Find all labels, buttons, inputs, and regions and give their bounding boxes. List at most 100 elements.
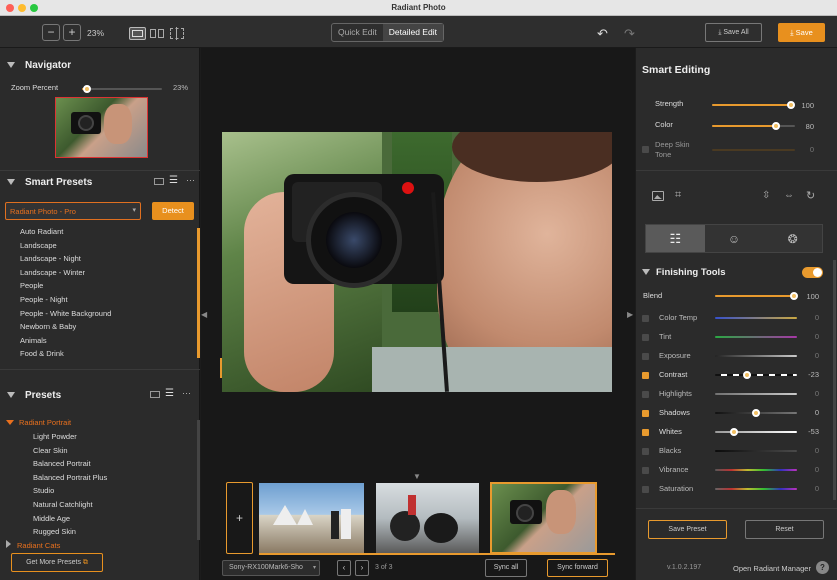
filmstrip-scrollbar[interactable] (259, 553, 615, 555)
contrast-slider-knob[interactable] (742, 371, 751, 379)
smart-preset-item[interactable]: Newborn & Baby (20, 322, 76, 331)
grid-view-icon[interactable] (154, 178, 164, 185)
color-temp-checkbox[interactable] (642, 315, 649, 322)
exposure-slider[interactable] (715, 355, 797, 357)
split-view-icon[interactable] (150, 28, 165, 39)
highlights-checkbox[interactable] (642, 391, 649, 398)
undo-icon[interactable]: ↶ (597, 26, 608, 42)
contrast-checkbox[interactable] (642, 372, 649, 379)
preset-item[interactable]: Balanced Portrait (33, 459, 91, 468)
saturation-slider[interactable] (715, 488, 797, 490)
preset-group-radiant-cats[interactable]: Radiant Cats (6, 540, 60, 550)
navigator-thumbnail[interactable] (55, 97, 148, 158)
preset-scrollbar[interactable] (197, 420, 200, 540)
smart-preset-item[interactable]: Landscape - Winter (20, 268, 85, 277)
preset-item[interactable]: Balanced Portrait Plus (33, 473, 107, 482)
deep-skin-tone-slider[interactable] (712, 149, 795, 151)
tint-slider[interactable] (715, 336, 797, 338)
color-temp-slider[interactable] (715, 317, 797, 319)
color-slider[interactable] (712, 122, 795, 130)
more-options-icon[interactable]: ··· (186, 175, 195, 185)
highlights-slider[interactable] (715, 393, 797, 395)
smart-preset-item[interactable]: Food & Drink (20, 349, 64, 358)
smart-preset-item[interactable]: People - White Background (20, 309, 111, 318)
list-view-icon[interactable]: ☰ (169, 176, 178, 186)
filmstrip-thumb-2[interactable] (376, 483, 479, 553)
list-scrollbar[interactable] (197, 228, 200, 358)
blend-slider[interactable] (715, 292, 798, 300)
redo-icon[interactable]: ↷ (624, 26, 635, 42)
camera-profile-dropdown[interactable]: Sony-RX100Mark6-Sho ▾ (222, 560, 320, 576)
flip-horizontal-icon[interactable]: ⇔ (784, 190, 794, 201)
blacks-slider[interactable] (715, 450, 797, 452)
smart-preset-item[interactable]: People - Night (20, 295, 68, 304)
saturation-checkbox[interactable] (642, 486, 649, 493)
collapse-right-icon[interactable]: ▶ (627, 310, 633, 319)
vibrance-slider[interactable] (715, 469, 797, 471)
rotate-icon[interactable]: ↻ (806, 189, 815, 202)
sync-all-button[interactable]: Sync all (485, 559, 527, 577)
zoom-slider-knob[interactable] (83, 85, 91, 93)
shadows-slider-knob[interactable] (752, 409, 760, 417)
list-view-icon[interactable]: ☰ (165, 389, 174, 399)
zoom-slider[interactable] (82, 85, 162, 93)
compare-view-icon[interactable] (170, 27, 184, 40)
previous-image-button[interactable]: ‹ (337, 560, 351, 576)
deep-skin-tone-checkbox[interactable] (642, 146, 649, 153)
smart-preset-dropdown[interactable]: Radiant Photo - Pro ▾ (5, 202, 141, 220)
reset-button[interactable]: Reset (745, 520, 824, 539)
zoom-in-button[interactable]: + (63, 24, 81, 41)
shadows-checkbox[interactable] (642, 410, 649, 417)
color-tab-icon[interactable]: ❂ (763, 225, 822, 252)
smart-preset-item[interactable]: Auto Radiant (20, 227, 63, 236)
smart-preset-item[interactable]: Landscape - Night (20, 254, 81, 263)
preset-group-radiant-portrait[interactable]: Radiant Portrait (6, 418, 71, 427)
preset-item[interactable]: Studio (33, 486, 54, 495)
detect-button[interactable]: Detect (152, 202, 194, 220)
right-panel-scrollbar[interactable] (833, 260, 836, 500)
sync-forward-button[interactable]: Sync forward (547, 559, 608, 577)
filmstrip-thumb-1[interactable] (259, 483, 364, 553)
adjustments-tab-icon[interactable]: ☷ (646, 225, 705, 252)
smart-presets-header[interactable]: Smart Presets (7, 177, 92, 188)
flip-vertical-icon[interactable]: ⇳ (762, 190, 770, 201)
filmstrip-toggle-icon[interactable]: ▼ (413, 472, 421, 481)
whites-slider[interactable] (715, 428, 797, 436)
preset-item[interactable]: Light Powder (33, 432, 77, 441)
image-icon[interactable] (652, 191, 664, 201)
preset-item[interactable]: Rugged Skin (33, 527, 76, 536)
preset-item[interactable]: Clear Skin (33, 446, 68, 455)
zoom-out-button[interactable]: − (42, 24, 60, 41)
portrait-tab-icon[interactable]: ☺ (705, 225, 764, 252)
add-image-button[interactable]: + (226, 482, 253, 554)
presets-header[interactable]: Presets (7, 390, 61, 401)
finishing-tools-header[interactable]: Finishing Tools (642, 267, 725, 278)
grid-view-icon[interactable] (150, 391, 160, 398)
strength-slider[interactable] (712, 101, 795, 109)
contrast-slider[interactable] (715, 371, 797, 379)
color-slider-knob[interactable] (772, 122, 780, 130)
smart-preset-item[interactable]: Landscape (20, 241, 57, 250)
vibrance-checkbox[interactable] (642, 467, 649, 474)
get-more-presets-button[interactable]: Get More Presets ⧉ (11, 553, 103, 572)
crop-icon[interactable]: ⌗ (675, 189, 681, 202)
blacks-checkbox[interactable] (642, 448, 649, 455)
save-button[interactable]: ⤓ Save (778, 23, 825, 42)
open-radiant-manager-link[interactable]: Open Radiant Manager (733, 564, 811, 573)
filmstrip-thumb-3[interactable] (490, 482, 597, 554)
single-view-icon[interactable] (129, 27, 146, 40)
save-all-button[interactable]: ⤓ Save All (705, 23, 762, 42)
whites-checkbox[interactable] (642, 429, 649, 436)
next-image-button[interactable]: › (355, 560, 369, 576)
more-options-icon[interactable]: ··· (182, 388, 191, 398)
navigator-header[interactable]: Navigator (7, 60, 71, 71)
smart-preset-item[interactable]: Animals (20, 336, 47, 345)
exposure-checkbox[interactable] (642, 353, 649, 360)
main-photo[interactable] (222, 132, 612, 392)
help-icon[interactable]: ? (816, 561, 829, 574)
preset-item[interactable]: Natural Catchlight (33, 500, 93, 509)
quick-edit-tab[interactable]: Quick Edit (332, 24, 383, 41)
detailed-edit-tab[interactable]: Detailed Edit (382, 24, 443, 41)
tint-checkbox[interactable] (642, 334, 649, 341)
finishing-tools-toggle[interactable] (802, 267, 823, 278)
